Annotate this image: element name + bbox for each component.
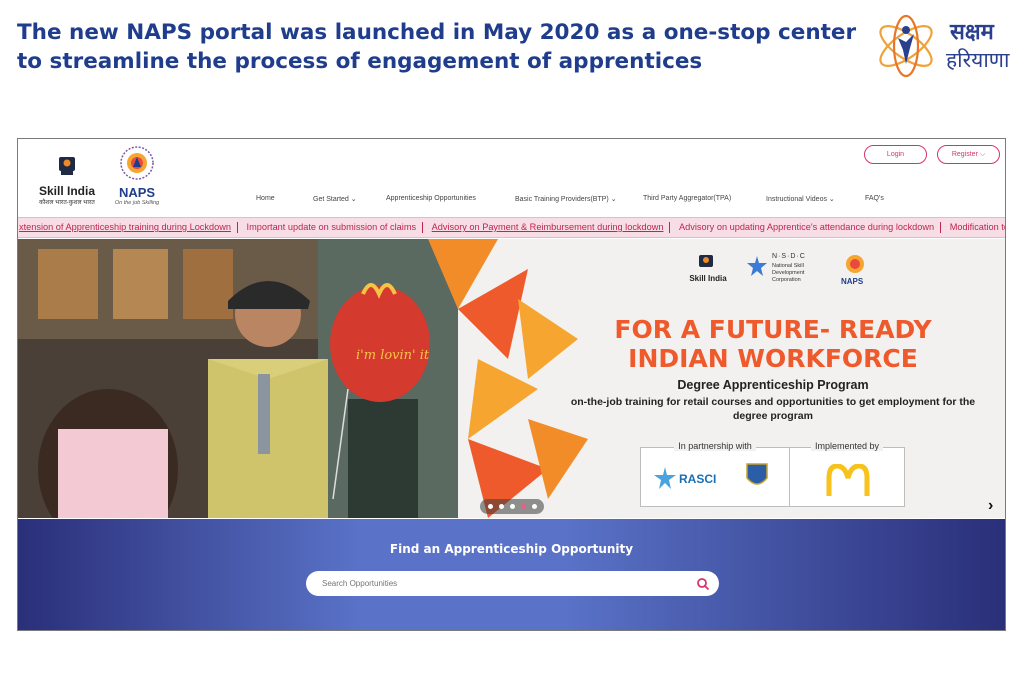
- implemented-by-box: Implemented by: [789, 441, 905, 507]
- partnership-box: In partnership with RASCI: [640, 441, 790, 507]
- college-crest-icon: [746, 463, 768, 485]
- search-title: Find an Apprenticeship Opportunity: [389, 542, 634, 556]
- main-nav: Home Get Started ⌄ Apprenticeship Opport…: [243, 195, 1003, 207]
- search-box: [306, 571, 719, 596]
- slide-title-line-1: The new NAPS portal was launched in May …: [17, 20, 857, 45]
- nav-faqs[interactable]: FAQ's: [865, 195, 884, 202]
- carousel-dot[interactable]: [488, 504, 493, 509]
- ticker-item[interactable]: Modification to stipen: [944, 222, 1005, 233]
- ticker-item[interactable]: Important update on submission of claims: [241, 222, 424, 233]
- partner-nsdc-sub: National Skill Development Corporation: [772, 263, 805, 283]
- chevron-right-icon[interactable]: ›: [988, 497, 993, 515]
- program-description: on-the-job training for retail courses a…: [570, 396, 976, 422]
- headline-line-1: FOR A FUTURE- READY: [614, 315, 932, 344]
- brand-line-2: हरियाणा: [946, 48, 1010, 72]
- ticker-item[interactable]: xtension of Apprenticeship training duri…: [18, 222, 238, 233]
- nav-basic-training-providers[interactable]: Basic Training Providers(BTP) ⌄: [515, 195, 617, 203]
- carousel-indicators: [480, 499, 544, 514]
- nav-instructional-videos[interactable]: Instructional Videos ⌄: [766, 195, 835, 203]
- nav-third-party-aggregator[interactable]: Third Party Aggregator(TPA): [643, 195, 731, 202]
- mcdonalds-arches-icon: [826, 464, 870, 496]
- partner-logos: Skill India N·S·D·C National Skill Devel…: [678, 253, 878, 299]
- nav-get-started[interactable]: Get Started ⌄: [313, 195, 357, 203]
- search-section: Find an Apprenticeship Opportunity: [18, 519, 1005, 630]
- naps-name: NAPS: [118, 185, 156, 200]
- skill-india-name: Skill India: [38, 184, 95, 198]
- carousel-dot[interactable]: [532, 504, 537, 509]
- program-title: Degree Apprenticeship Program: [677, 378, 869, 392]
- skill-india-tagline: कौशल भारत-कुशल भारत: [39, 200, 95, 206]
- balloon-slogan: i'm lovin' it: [356, 348, 430, 363]
- hero-banner: i'm lovin' it Skill India N·S·D·C Nation…: [18, 239, 1005, 518]
- ticker-item[interactable]: Advisory on Payment & Reimbursement duri…: [426, 222, 671, 233]
- nav-apprenticeship-opportunities[interactable]: Apprenticeship Opportunities: [386, 195, 476, 202]
- banner-photo: i'm lovin' it: [18, 239, 458, 518]
- carousel-dot-active[interactable]: [521, 504, 526, 509]
- slide-title-line-2: to streamline the process of engagement …: [17, 49, 703, 74]
- nav-home[interactable]: Home: [256, 195, 275, 202]
- naps-logo[interactable]: NAPS On the job Skilling: [112, 145, 162, 211]
- brand-line-1: सक्षम: [950, 20, 994, 45]
- banner-headline: FOR A FUTURE- READY INDIAN WORKFORCE: [538, 315, 1005, 373]
- atom-emblem-icon: [879, 14, 933, 78]
- carousel-dot[interactable]: [499, 504, 504, 509]
- partnership-label: In partnership with: [674, 441, 756, 451]
- skill-india-logo[interactable]: Skill India कौशल भारत-कुशल भारत: [32, 155, 102, 207]
- news-ticker: xtension of Apprenticeship training duri…: [18, 217, 1005, 238]
- rasci-star-icon: [654, 467, 676, 489]
- naps-tagline: On the job Skilling: [114, 200, 160, 206]
- register-button[interactable]: Register ⌵: [937, 145, 1000, 164]
- nsdc-star-icon: [747, 256, 767, 276]
- saksham-haryana-logo: सक्षम हरियाणा: [866, 8, 1026, 88]
- naps-small-icon: [846, 255, 864, 273]
- rasci-label: RASCI: [679, 472, 717, 486]
- skill-india-small-icon: [699, 255, 713, 267]
- implemented-label: Implemented by: [810, 441, 884, 451]
- partner-naps: NAPS: [841, 277, 864, 286]
- login-button[interactable]: Login: [864, 145, 927, 164]
- partner-skill-india: Skill India: [689, 274, 727, 283]
- headline-line-2: INDIAN WORKFORCE: [628, 344, 918, 373]
- portal-header: Skill India कौशल भारत-कुशल भारत NAPS On …: [18, 139, 1005, 215]
- search-icon[interactable]: [696, 577, 710, 591]
- carousel-dot[interactable]: [510, 504, 515, 509]
- slide-title: The new NAPS portal was launched in May …: [17, 18, 867, 76]
- search-input[interactable]: [322, 575, 682, 592]
- partner-nsdc: N·S·D·C: [772, 253, 806, 260]
- naps-emblem-icon: [120, 146, 154, 180]
- emblem-icon: [59, 157, 75, 175]
- ticker-item[interactable]: Advisory on updating Apprentice's attend…: [673, 222, 942, 233]
- naps-portal-screenshot: Skill India कौशल भारत-कुशल भारत NAPS On …: [17, 138, 1006, 631]
